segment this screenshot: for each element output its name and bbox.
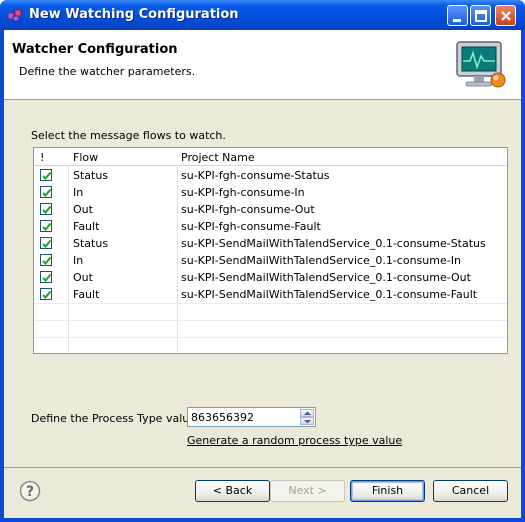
- flow-cell: Out: [73, 203, 93, 216]
- table-row[interactable]: In su-KPI-SendMailWithTalendService_0.1-c…: [34, 252, 507, 269]
- table-header: ! Flow Project Name: [34, 148, 507, 166]
- finish-button[interactable]: Finish: [350, 480, 425, 502]
- title-bar[interactable]: New Watching Configuration: [0, 0, 525, 30]
- flow-checkbox[interactable]: [40, 237, 52, 249]
- flows-label: Select the message flows to watch.: [31, 129, 226, 142]
- checkmark-icon: [42, 205, 52, 214]
- table-row[interactable]: Status su-KPI-fgh-consume-Status: [34, 167, 507, 184]
- flow-checkbox[interactable]: [40, 203, 52, 215]
- flow-checkbox[interactable]: [40, 220, 52, 232]
- project-name-cell: su-KPI-SendMailWithTalendService_0.1-con…: [181, 254, 461, 267]
- table-row[interactable]: Fault su-KPI-fgh-consume-Fault: [34, 218, 507, 235]
- arrow-down-icon: [304, 420, 311, 424]
- generate-process-type-link[interactable]: Generate a random process type value: [187, 434, 402, 447]
- flow-cell: Fault: [73, 220, 100, 233]
- table-row[interactable]: Status su-KPI-SendMailWithTalendService_0…: [34, 235, 507, 252]
- svg-text:?: ?: [26, 484, 34, 500]
- spin-up-button[interactable]: [300, 409, 314, 417]
- table-row[interactable]: Out su-KPI-fgh-consume-Out: [34, 201, 507, 218]
- flow-cell: Out: [73, 271, 93, 284]
- back-button[interactable]: < Back: [195, 480, 270, 502]
- page-title: Watcher Configuration: [12, 42, 178, 57]
- table-row[interactable]: Fault su-KPI-SendMailWithTalendService_0.…: [34, 286, 507, 303]
- project-name-cell: su-KPI-fgh-consume-Status: [181, 169, 330, 182]
- flow-cell: In: [73, 186, 84, 199]
- checkmark-icon: [42, 222, 52, 231]
- page-description: Define the watcher parameters.: [19, 65, 196, 78]
- project-name-cell: su-KPI-SendMailWithTalendService_0.1-con…: [181, 288, 478, 301]
- empty-table-row: [34, 337, 507, 353]
- column-header-check[interactable]: !: [40, 151, 44, 164]
- empty-table-row: [34, 303, 507, 320]
- column-header-project[interactable]: Project Name: [181, 151, 255, 164]
- maximize-button[interactable]: [470, 5, 491, 26]
- flow-cell: Status: [73, 169, 109, 182]
- checkmark-icon: [42, 171, 52, 180]
- column-header-flow[interactable]: Flow: [73, 151, 98, 164]
- flows-table[interactable]: ! Flow Project Name Status su-KPI-fgh-con…: [33, 147, 508, 354]
- checkmark-icon: [42, 239, 52, 248]
- wizard-header: Watcher Configuration Define the watcher…: [4, 30, 521, 100]
- flow-checkbox[interactable]: [40, 254, 52, 266]
- flow-cell: In: [73, 254, 84, 267]
- spin-down-button[interactable]: [300, 417, 314, 425]
- flow-checkbox[interactable]: [40, 288, 52, 300]
- dialog-window: New Watching Configuration Watcher Confi…: [0, 0, 525, 522]
- process-type-label: Define the Process Type value:: [31, 412, 200, 425]
- project-name-cell: su-KPI-SendMailWithTalendService_0.1-con…: [181, 271, 471, 284]
- flow-checkbox[interactable]: [40, 169, 52, 181]
- app-icon: [7, 9, 22, 22]
- project-name-cell: su-KPI-fgh-consume-In: [181, 186, 305, 199]
- cancel-button[interactable]: Cancel: [433, 480, 508, 502]
- process-type-input[interactable]: [191, 410, 291, 425]
- project-name-cell: su-KPI-fgh-consume-Fault: [181, 220, 321, 233]
- help-icon[interactable]: ?: [19, 480, 41, 502]
- checkmark-icon: [42, 290, 52, 299]
- close-icon: [501, 11, 511, 21]
- minimize-button[interactable]: [447, 5, 468, 26]
- wizard-body: Select the message flows to watch. ! Flo…: [4, 101, 521, 466]
- minimize-icon: [453, 19, 461, 22]
- checkmark-icon: [42, 256, 52, 265]
- empty-table-row: [34, 320, 507, 337]
- table-row[interactable]: In su-KPI-fgh-consume-In: [34, 184, 507, 201]
- process-type-field[interactable]: [187, 407, 316, 427]
- flow-checkbox[interactable]: [40, 186, 52, 198]
- flow-cell: Status: [73, 237, 109, 250]
- project-name-cell: su-KPI-SendMailWithTalendService_0.1-con…: [181, 237, 486, 250]
- project-name-cell: su-KPI-fgh-consume-Out: [181, 203, 315, 216]
- arrow-up-icon: [304, 411, 311, 415]
- maximize-icon: [475, 10, 487, 22]
- next-button[interactable]: Next >: [270, 480, 345, 502]
- table-row[interactable]: Out su-KPI-SendMailWithTalendService_0.1-…: [34, 269, 507, 286]
- flow-checkbox[interactable]: [40, 271, 52, 283]
- checkmark-icon: [42, 188, 52, 197]
- close-button[interactable]: [495, 5, 516, 26]
- checkmark-icon: [42, 273, 52, 282]
- monitor-icon: [456, 41, 506, 88]
- dialog-client: Watcher Configuration Define the watcher…: [4, 30, 521, 518]
- flow-cell: Fault: [73, 288, 100, 301]
- window-title: New Watching Configuration: [29, 7, 239, 22]
- footer-separator: [4, 467, 521, 468]
